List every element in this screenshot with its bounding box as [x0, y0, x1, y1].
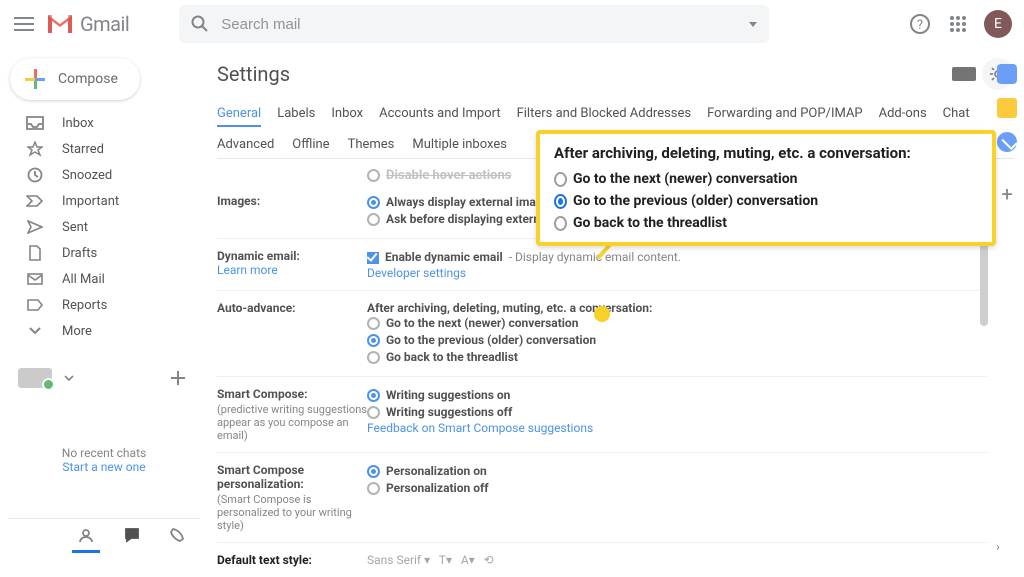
radio-ask-before[interactable] — [367, 213, 380, 226]
hangouts-chat-icon[interactable] — [124, 527, 140, 543]
horizontal-scrollbar[interactable]: › — [210, 540, 1014, 550]
file-icon — [26, 244, 44, 262]
section-label: Smart Compose:(predictive writing sugges… — [217, 387, 367, 442]
tab-addons[interactable]: Add-ons — [879, 106, 927, 127]
radio-suggestions-on[interactable] — [367, 389, 380, 402]
search-options-dropdown-icon[interactable] — [749, 22, 757, 27]
search-bar[interactable] — [179, 5, 769, 43]
search-icon — [191, 15, 209, 33]
callout-radio-newer[interactable] — [554, 172, 567, 187]
hangouts-header[interactable] — [8, 360, 200, 396]
radio-always-display[interactable] — [367, 196, 380, 209]
logo-text: Gmail — [80, 12, 129, 36]
label-icon — [26, 296, 44, 314]
sidebar-item-reports[interactable]: Reports — [8, 292, 200, 318]
radio-personalization-on[interactable] — [367, 465, 380, 478]
sidebar-item-more[interactable]: More — [8, 318, 200, 344]
gmail-logo[interactable]: Gmail — [46, 12, 129, 36]
compose-plus-icon — [24, 68, 46, 90]
section-personalization: Smart Compose personalization:(Smart Com… — [217, 453, 988, 543]
radio-threadlist[interactable] — [367, 351, 380, 364]
hangouts-phone-icon[interactable] — [170, 528, 184, 542]
keep-addon-icon[interactable] — [997, 98, 1017, 118]
settings-panel: Settings General Labels Inbox Accounts a… — [200, 48, 1024, 550]
hangouts-avatar — [18, 368, 52, 388]
radio-previous-older[interactable] — [367, 334, 380, 347]
hamburger-menu-icon[interactable] — [12, 12, 36, 36]
mail-icon — [26, 270, 44, 288]
tab-labels[interactable]: Labels — [277, 106, 315, 127]
gmail-m-icon — [46, 13, 74, 35]
section-label: Dynamic email:Learn more — [217, 249, 367, 280]
sidebar-item-important[interactable]: Important — [8, 188, 200, 214]
callout-radio-older[interactable] — [554, 194, 567, 209]
learn-more-link[interactable]: Learn more — [217, 263, 278, 277]
tab-filters[interactable]: Filters and Blocked Addresses — [517, 106, 692, 127]
chevron-down-icon — [26, 322, 44, 340]
settings-tabs-row1: General Labels Inbox Accounts and Import… — [217, 106, 1014, 127]
radio-suggestions-off[interactable] — [367, 406, 380, 419]
sidebar: Compose Inbox Starred Snoozed Important … — [0, 48, 200, 550]
tab-offline[interactable]: Offline — [292, 137, 329, 152]
help-icon[interactable]: ? — [908, 12, 932, 36]
callout-heading: After archiving, deleting, muting, etc. … — [554, 144, 980, 162]
section-label: Default text style: — [217, 553, 367, 567]
input-tools-icon[interactable] — [952, 67, 976, 81]
hangouts-tabs — [8, 518, 200, 550]
new-chat-icon[interactable] — [166, 366, 190, 390]
calendar-addon-icon[interactable] — [997, 64, 1017, 84]
radio-next-newer[interactable] — [367, 317, 380, 330]
section-auto-advance: Auto-advance: After archiving, deleting,… — [217, 291, 988, 377]
radio[interactable] — [367, 169, 380, 182]
page-title: Settings — [217, 62, 290, 86]
tab-multiple-inboxes[interactable]: Multiple inboxes — [412, 137, 507, 152]
section-label: Images: — [217, 194, 367, 228]
search-input[interactable] — [221, 16, 737, 33]
chevron-down-icon — [64, 375, 74, 381]
sidebar-item-sent[interactable]: Sent — [8, 214, 200, 240]
send-icon — [26, 218, 44, 236]
tab-accounts[interactable]: Accounts and Import — [379, 106, 500, 127]
highlight-callout: After archiving, deleting, muting, etc. … — [536, 130, 996, 246]
sidebar-item-drafts[interactable]: Drafts — [8, 240, 200, 266]
sidebar-item-allmail[interactable]: All Mail — [8, 266, 200, 292]
clock-icon — [26, 166, 44, 184]
tab-forwarding[interactable]: Forwarding and POP/IMAP — [707, 106, 863, 127]
star-icon — [26, 140, 44, 158]
tab-themes[interactable]: Themes — [348, 137, 395, 152]
radio-personalization-off[interactable] — [367, 482, 380, 495]
tab-chat[interactable]: Chat — [943, 106, 970, 127]
sidebar-item-starred[interactable]: Starred — [8, 136, 200, 162]
tasks-addon-icon[interactable] — [997, 132, 1017, 152]
account-avatar[interactable]: E — [984, 10, 1012, 38]
section-smart-compose: Smart Compose:(predictive writing sugges… — [217, 377, 988, 453]
callout-radio-threadlist[interactable] — [554, 216, 567, 231]
hangouts-empty: No recent chats Start a new one — [8, 446, 200, 474]
section-label: Auto-advance: — [217, 301, 367, 366]
hangouts-contacts-icon[interactable] — [78, 527, 94, 543]
compose-label: Compose — [58, 71, 118, 87]
developer-settings-link[interactable]: Developer settings — [367, 266, 466, 280]
section-label: Smart Compose personalization:(Smart Com… — [217, 463, 367, 532]
google-apps-icon[interactable] — [946, 12, 970, 36]
tab-general[interactable]: General — [217, 106, 261, 127]
sidebar-item-snoozed[interactable]: Snoozed — [8, 162, 200, 188]
feedback-link[interactable]: Feedback on Smart Compose suggestions — [367, 421, 593, 435]
start-chat-link[interactable]: Start a new one — [62, 460, 145, 474]
checkbox-enable-dynamic[interactable] — [367, 252, 379, 264]
header: Gmail ? E — [0, 0, 1024, 48]
tab-inbox[interactable]: Inbox — [331, 106, 363, 127]
tab-advanced[interactable]: Advanced — [217, 137, 274, 152]
section-dynamic-email: Dynamic email:Learn more Enable dynamic … — [217, 239, 988, 291]
get-addons-icon[interactable]: + — [1001, 182, 1012, 206]
compose-button[interactable]: Compose — [10, 58, 140, 100]
callout-target-dot — [594, 306, 610, 322]
svg-text:?: ? — [917, 18, 923, 33]
inbox-icon — [26, 114, 44, 132]
sidebar-item-inbox[interactable]: Inbox — [8, 110, 200, 136]
important-icon — [26, 192, 44, 210]
